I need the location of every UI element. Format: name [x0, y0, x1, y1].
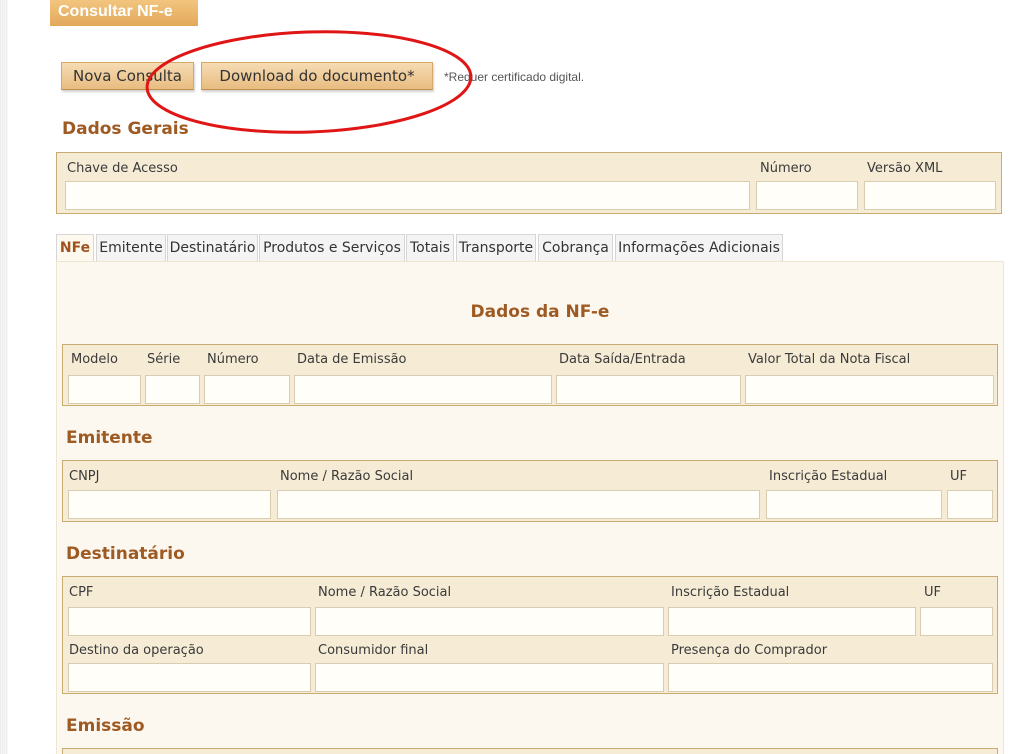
tab-destinatario[interactable]: Destinatário: [167, 234, 258, 262]
tab-cobranca[interactable]: Cobrança: [538, 234, 613, 262]
destinatario-uf-label: UF: [924, 585, 941, 600]
destino-operacao-field[interactable]: [68, 663, 311, 692]
cnpj-field[interactable]: [68, 490, 271, 519]
destinatario-nome-field[interactable]: [315, 607, 664, 636]
nfe-numero-field[interactable]: [204, 375, 290, 404]
data-saida-label: Data Saída/Entrada: [559, 352, 686, 367]
emitente-nome-field[interactable]: [277, 490, 760, 519]
chave-acesso-label: Chave de Acesso: [67, 161, 178, 176]
destino-operacao-label: Destino da operação: [69, 643, 204, 658]
destinatario-ie-field[interactable]: [668, 607, 916, 636]
numero-label: Número: [760, 161, 812, 176]
data-emissao-label: Data de Emissão: [297, 352, 407, 367]
page-left-edge: [0, 0, 8, 754]
consumidor-final-label: Consumidor final: [318, 643, 429, 658]
tab-informacoes-adicionais[interactable]: Informações Adicionais: [615, 234, 783, 262]
cpf-label: CPF: [69, 585, 94, 600]
emissao-box: [62, 748, 998, 754]
data-emissao-field[interactable]: [294, 375, 552, 404]
dados-nfe-box: Modelo Série Número Data de Emissão Data…: [62, 344, 998, 406]
presenca-comprador-label: Presença do Comprador: [671, 643, 828, 658]
modelo-label: Modelo: [71, 352, 118, 367]
destinatario-box: CPF Nome / Razão Social Inscrição Estadu…: [62, 576, 998, 694]
data-saida-field[interactable]: [556, 375, 741, 404]
tab-nfe[interactable]: NFe: [56, 234, 94, 262]
modelo-field[interactable]: [68, 375, 141, 404]
versao-xml-label: Versão XML: [867, 161, 943, 176]
emitente-nome-label: Nome / Razão Social: [280, 469, 414, 484]
tab-produtos-servicos[interactable]: Produtos e Serviços: [259, 234, 405, 262]
dados-nfe-title: Dados da NF-e: [470, 302, 610, 322]
emitente-uf-field[interactable]: [947, 490, 993, 519]
emitente-uf-label: UF: [950, 469, 967, 484]
presenca-comprador-field[interactable]: [668, 663, 993, 692]
chave-acesso-field[interactable]: [65, 181, 750, 210]
certificate-note: *Requer certificado digital.: [444, 70, 585, 84]
serie-label: Série: [147, 352, 181, 367]
page-title: Consultar NF-e: [50, 0, 198, 26]
dados-gerais-title: Dados Gerais: [62, 119, 189, 139]
numero-field[interactable]: [756, 181, 858, 210]
consumidor-final-field[interactable]: [315, 663, 664, 692]
emissao-title: Emissão: [66, 716, 145, 736]
destinatario-ie-label: Inscrição Estadual: [671, 585, 790, 600]
tab-totais[interactable]: Totais: [406, 234, 454, 262]
emitente-ie-label: Inscrição Estadual: [769, 469, 888, 484]
download-document-button[interactable]: Download do documento*: [201, 62, 433, 90]
tab-emitente[interactable]: Emitente: [96, 234, 166, 262]
versao-xml-field[interactable]: [864, 181, 996, 210]
serie-field[interactable]: [145, 375, 200, 404]
dados-gerais-box: Chave de Acesso Número Versão XML: [56, 152, 1002, 214]
emitente-box: CNPJ Nome / Razão Social Inscrição Estad…: [62, 460, 998, 522]
emitente-title: Emitente: [66, 428, 153, 448]
valor-total-field[interactable]: [745, 375, 994, 404]
cpf-field[interactable]: [68, 607, 311, 636]
tab-transporte[interactable]: Transporte: [456, 234, 536, 262]
emitente-ie-field[interactable]: [766, 490, 942, 519]
cnpj-label: CNPJ: [69, 469, 100, 484]
destinatario-uf-field[interactable]: [920, 607, 993, 636]
nfe-numero-label: Número: [207, 352, 259, 367]
nova-consulta-button[interactable]: Nova Consulta: [61, 62, 194, 90]
destinatario-title: Destinatário: [66, 544, 185, 564]
destinatario-nome-label: Nome / Razão Social: [318, 585, 452, 600]
valor-total-label: Valor Total da Nota Fiscal: [748, 352, 911, 367]
